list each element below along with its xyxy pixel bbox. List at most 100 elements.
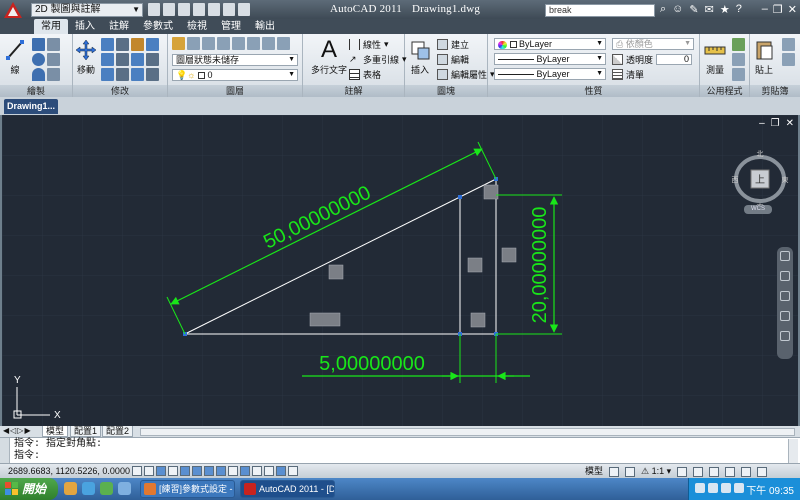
3d-osnap-toggle[interactable] <box>204 466 214 476</box>
minimize-icon[interactable]: – <box>762 3 768 16</box>
transparency-toggle[interactable] <box>264 466 274 476</box>
rectangle-icon[interactable] <box>47 68 60 81</box>
panel-title-annotation[interactable]: 註解 <box>303 85 404 97</box>
edit-block-button[interactable]: 編輯 <box>437 53 469 66</box>
panel-title-utilities[interactable]: 公用程式 <box>700 85 749 97</box>
search-icon[interactable]: ⌕ <box>660 3 666 16</box>
polar-toggle[interactable] <box>180 466 190 476</box>
tab-insert[interactable]: 插入 <box>68 19 102 34</box>
quick-view-layouts-icon[interactable] <box>609 466 620 477</box>
application-menu-button[interactable] <box>2 1 24 19</box>
showmotion-icon[interactable] <box>780 331 790 341</box>
lineweight-toggle[interactable] <box>252 466 262 476</box>
layer-freeze-icon[interactable] <box>232 37 245 50</box>
layer-off-icon[interactable] <box>217 37 230 50</box>
clean-screen-icon[interactable] <box>757 466 768 477</box>
quick-properties-toggle[interactable] <box>276 466 286 476</box>
save-as-icon[interactable] <box>193 3 205 16</box>
polyline-icon[interactable] <box>32 38 45 51</box>
ducs-toggle[interactable] <box>228 466 238 476</box>
horizontal-scrollbar[interactable] <box>140 428 795 436</box>
command-scrollbar[interactable] <box>788 439 798 463</box>
constraint-vertical-icon[interactable] <box>467 257 483 273</box>
user-icon[interactable]: ☺ <box>672 3 683 16</box>
scale-icon[interactable] <box>116 68 129 81</box>
quick-view-drawings-icon[interactable] <box>625 466 636 477</box>
workspace-select[interactable]: 2D 製圖與註解 ▼ <box>31 3 143 17</box>
tab-model[interactable]: 模型 <box>42 426 69 437</box>
open-icon[interactable] <box>163 3 175 16</box>
command-line[interactable]: 指令: 指定對角點: 指令: <box>0 437 800 464</box>
erase-icon[interactable] <box>131 38 144 51</box>
measure-button[interactable]: 測量 <box>704 37 726 76</box>
array-icon[interactable] <box>131 68 144 81</box>
mtext-button[interactable]: A 多行文字 <box>311 36 347 76</box>
create-block-button[interactable]: 建立 <box>437 38 469 51</box>
plot-style-select[interactable]: ⎙ 依顏色 ▼ <box>612 38 694 50</box>
workspace-switching-icon[interactable] <box>693 466 704 477</box>
tab-view[interactable]: 檢視 <box>180 19 214 34</box>
list-button[interactable]: 清單 <box>612 68 644 81</box>
hardware-acceleration-icon[interactable] <box>725 466 736 477</box>
panel-title-layers[interactable]: 圖層 <box>168 85 302 97</box>
layer-isolate-icon[interactable] <box>202 37 215 50</box>
restore-icon[interactable]: ❐ <box>773 3 783 16</box>
move-button[interactable]: 移動 <box>75 37 97 76</box>
network-icon[interactable] <box>695 483 705 493</box>
tab-annotate[interactable]: 註解 <box>102 19 136 34</box>
ime-icon[interactable] <box>734 483 744 493</box>
line-button[interactable]: 線 <box>4 37 26 76</box>
lock-icon[interactable] <box>709 466 720 477</box>
document-tab[interactable]: Drawing1... <box>4 99 59 114</box>
volume-icon[interactable] <box>708 483 718 493</box>
skype-icon[interactable] <box>100 482 113 495</box>
edit-attributes-button[interactable]: 編輯屬性 ▾ <box>437 68 495 81</box>
mirror-icon[interactable] <box>116 53 129 66</box>
region-icon[interactable] <box>47 53 60 66</box>
dimension-text[interactable]: 20,00000000 <box>529 207 551 324</box>
constraint-horizontal-icon[interactable] <box>309 312 341 327</box>
ie-icon[interactable] <box>82 482 95 495</box>
arc-icon[interactable] <box>32 68 45 81</box>
trim-icon[interactable] <box>116 38 129 51</box>
firefox-icon[interactable] <box>64 482 77 495</box>
layer-state-select[interactable]: 圖層狀態未儲存 ▼ <box>172 54 298 66</box>
layer-walk-icon[interactable] <box>277 37 290 50</box>
help-icon[interactable]: ? <box>736 3 742 16</box>
stretch-icon[interactable] <box>101 68 114 81</box>
search-input[interactable]: break <box>545 4 655 17</box>
tools-icon[interactable]: ✎ <box>689 3 698 16</box>
constraint-parallel-icon[interactable] <box>328 264 344 280</box>
constraint-vertical-icon[interactable] <box>501 247 517 263</box>
lineweight-select[interactable]: ByLayer ▼ <box>494 68 606 80</box>
insert-block-button[interactable]: 插入 <box>409 37 431 76</box>
panel-title-block[interactable]: 圖塊 <box>405 85 487 97</box>
plot-icon[interactable] <box>238 3 250 16</box>
panel-title-properties[interactable]: 性質 <box>488 85 699 97</box>
id-point-icon[interactable] <box>732 68 745 81</box>
constraint-perpendicular-icon[interactable] <box>470 312 486 328</box>
infer-constraints-toggle[interactable] <box>132 466 142 476</box>
steering-wheel-icon[interactable] <box>780 251 790 261</box>
tab-layout2[interactable]: 配置2 <box>102 426 134 437</box>
tab-parametric[interactable]: 參數式 <box>136 19 180 34</box>
osnap-toggle[interactable] <box>192 466 202 476</box>
orbit-icon[interactable] <box>780 311 790 321</box>
mleader-button[interactable]: ↗ 多重引線 ▾ <box>349 53 407 66</box>
grid-toggle[interactable] <box>156 466 166 476</box>
wcs-menu[interactable]: WCS <box>744 205 772 214</box>
command-prompt[interactable]: 指令: <box>14 451 40 463</box>
layer-properties-icon[interactable] <box>172 37 185 50</box>
layer-lock-icon[interactable] <box>247 37 260 50</box>
panel-title-modify[interactable]: 修改 <box>73 85 167 97</box>
redo-icon[interactable] <box>223 3 235 16</box>
tab-manage[interactable]: 管理 <box>214 19 248 34</box>
linear-dim-button[interactable]: 線性 ▾ <box>349 38 389 51</box>
rotate-icon[interactable] <box>101 38 114 51</box>
model-space-button[interactable]: 模型 <box>585 465 603 478</box>
dimension-text[interactable]: 5,00000000 <box>319 353 425 375</box>
transparency-control[interactable]: 透明度 0 <box>612 53 693 66</box>
tab-layout1[interactable]: 配置1 <box>70 426 102 437</box>
restore-icon[interactable]: ❐ <box>771 118 780 129</box>
save-icon[interactable] <box>178 3 190 16</box>
